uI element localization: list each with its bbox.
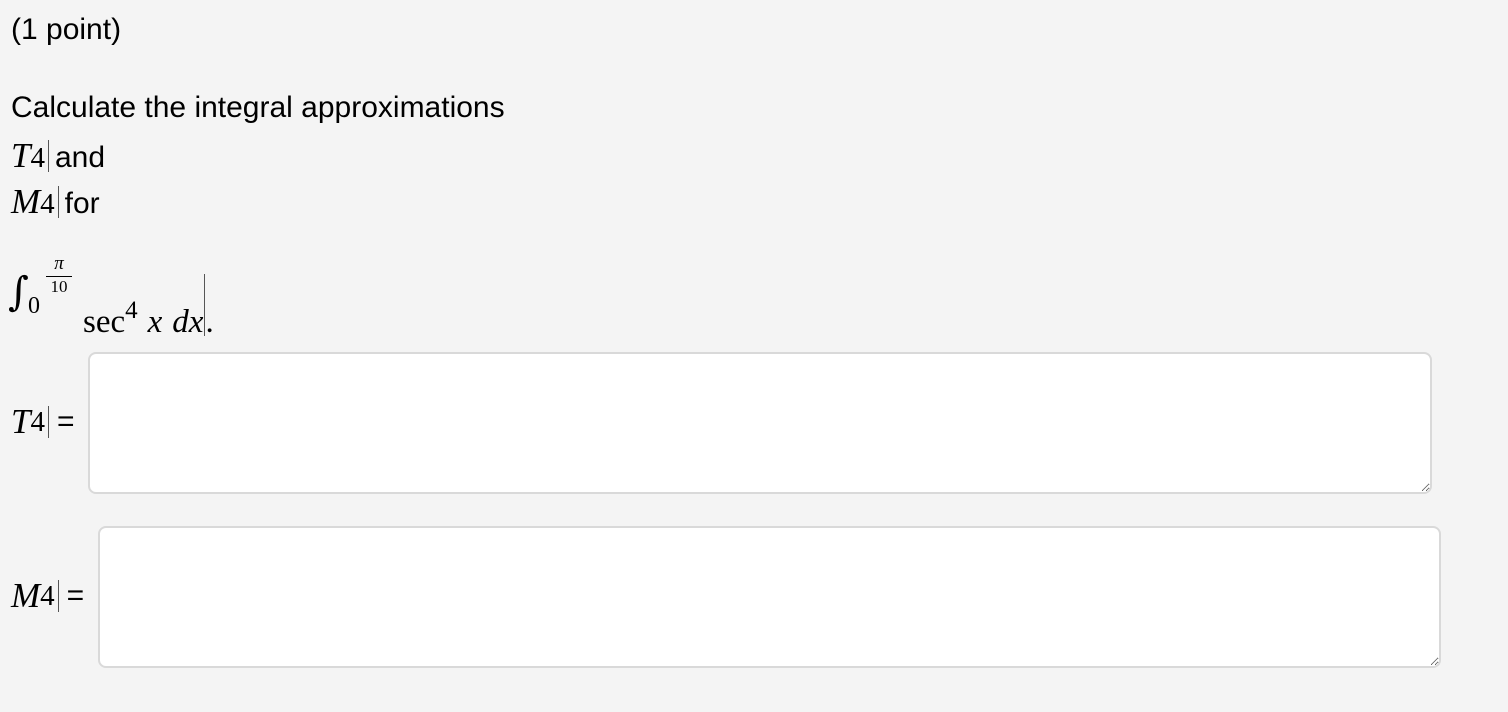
t-subscript: 4 <box>30 142 45 174</box>
integrand: sec 4 x dx. <box>83 270 214 347</box>
t-subscript: 4 <box>30 405 45 438</box>
points-label: (1 point) <box>11 13 122 46</box>
integral-sign: ∫ <box>8 269 29 315</box>
m4-answer-field[interactable] <box>98 526 1441 668</box>
and-word: and <box>54 141 106 174</box>
integrand-variable: x <box>147 304 163 340</box>
midpoint-line: M 4 for <box>11 182 100 222</box>
problem-intro-text: Calculate the integral approximations <box>11 91 505 124</box>
sec-function: sec <box>83 304 126 340</box>
math-cursor <box>47 406 49 438</box>
t4-answer-label: T 4 = <box>11 402 75 442</box>
integral-upper-bound: π 10 <box>44 254 74 296</box>
sec-exponent: 4 <box>125 297 138 324</box>
math-cursor <box>47 140 49 172</box>
t-variable: T <box>11 402 31 441</box>
integral-expression: ∫ 0 π 10 sec 4 x dx. <box>8 254 248 341</box>
equals-sign: = <box>66 579 85 612</box>
for-word: for <box>64 187 100 220</box>
equals-sign: = <box>56 405 75 438</box>
integral-lower-bound: 0 <box>28 293 40 319</box>
t-variable: T <box>11 136 31 175</box>
upper-bound-denominator: 10 <box>50 277 68 296</box>
differential: dx <box>172 304 204 340</box>
m4-answer-label: M 4 = <box>11 576 84 616</box>
m-subscript: 4 <box>40 579 55 612</box>
math-cursor <box>57 580 59 612</box>
m-variable: M <box>11 576 41 615</box>
upper-bound-numerator: π <box>54 253 64 274</box>
math-cursor <box>57 186 59 218</box>
m-subscript: 4 <box>40 188 55 220</box>
t4-answer-field[interactable] <box>88 352 1432 494</box>
math-cursor <box>204 274 206 336</box>
trapezoid-line: T 4 and <box>11 136 105 176</box>
m-variable: M <box>11 182 41 221</box>
period: . <box>205 304 214 340</box>
